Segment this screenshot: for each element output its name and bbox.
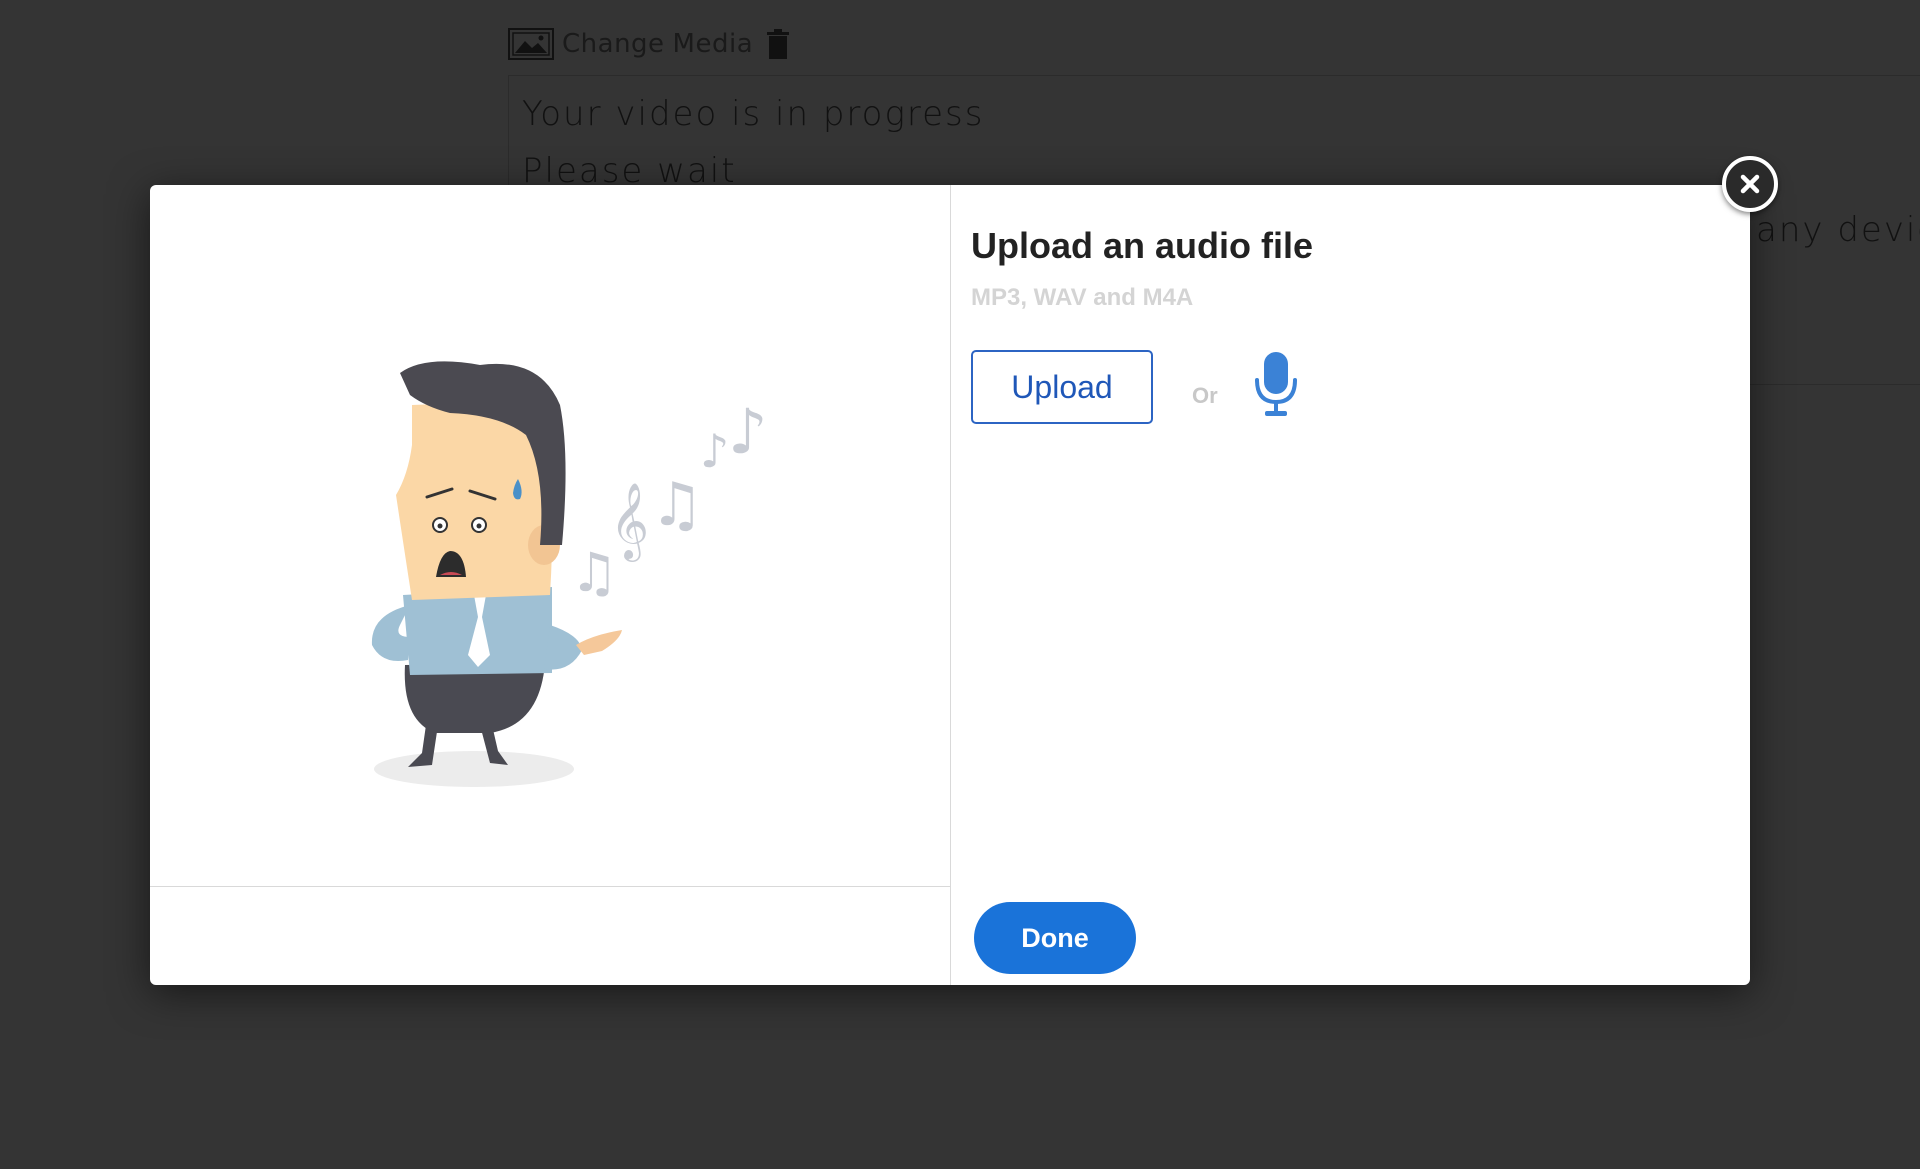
media-label[interactable]: Media (673, 29, 754, 59)
progress-message: Your video is in progress (522, 94, 985, 134)
svg-text:♪: ♪ (700, 424, 729, 478)
change-label[interactable]: Change (562, 29, 665, 59)
upload-audio-modal: ♫ 𝄞 ♫ ♪ ♪ Upload an audio file MP3, WAV … (150, 185, 1750, 985)
svg-text:♪: ♪ (728, 395, 768, 468)
close-modal-button[interactable] (1722, 156, 1778, 212)
background-partial-text: any device (1756, 210, 1920, 250)
record-button[interactable] (1251, 350, 1301, 420)
modal-title: Upload an audio file (971, 225, 1314, 266)
modal-upload-pane: Upload an audio file MP3, WAV and M4A Up… (951, 185, 1750, 985)
modal-footer-divider (150, 886, 950, 887)
trash-icon[interactable] (767, 29, 790, 59)
modal-illustration-pane: ♫ 𝄞 ♫ ♪ ♪ (150, 185, 951, 985)
svg-text:♫: ♫ (650, 470, 704, 540)
done-button[interactable]: Done (974, 902, 1136, 974)
microphone-icon (1255, 352, 1297, 416)
close-icon (1740, 174, 1760, 194)
image-icon[interactable] (508, 28, 554, 60)
upload-button[interactable]: Upload (971, 350, 1153, 424)
svg-text:𝄞: 𝄞 (610, 482, 649, 562)
singing-man-illustration: ♫ 𝄞 ♫ ♪ ♪ (371, 361, 768, 787)
or-separator: Or (1192, 383, 1218, 408)
background-toolbar: Change Media (508, 26, 790, 62)
supported-formats-text: MP3, WAV and M4A (971, 284, 1194, 311)
